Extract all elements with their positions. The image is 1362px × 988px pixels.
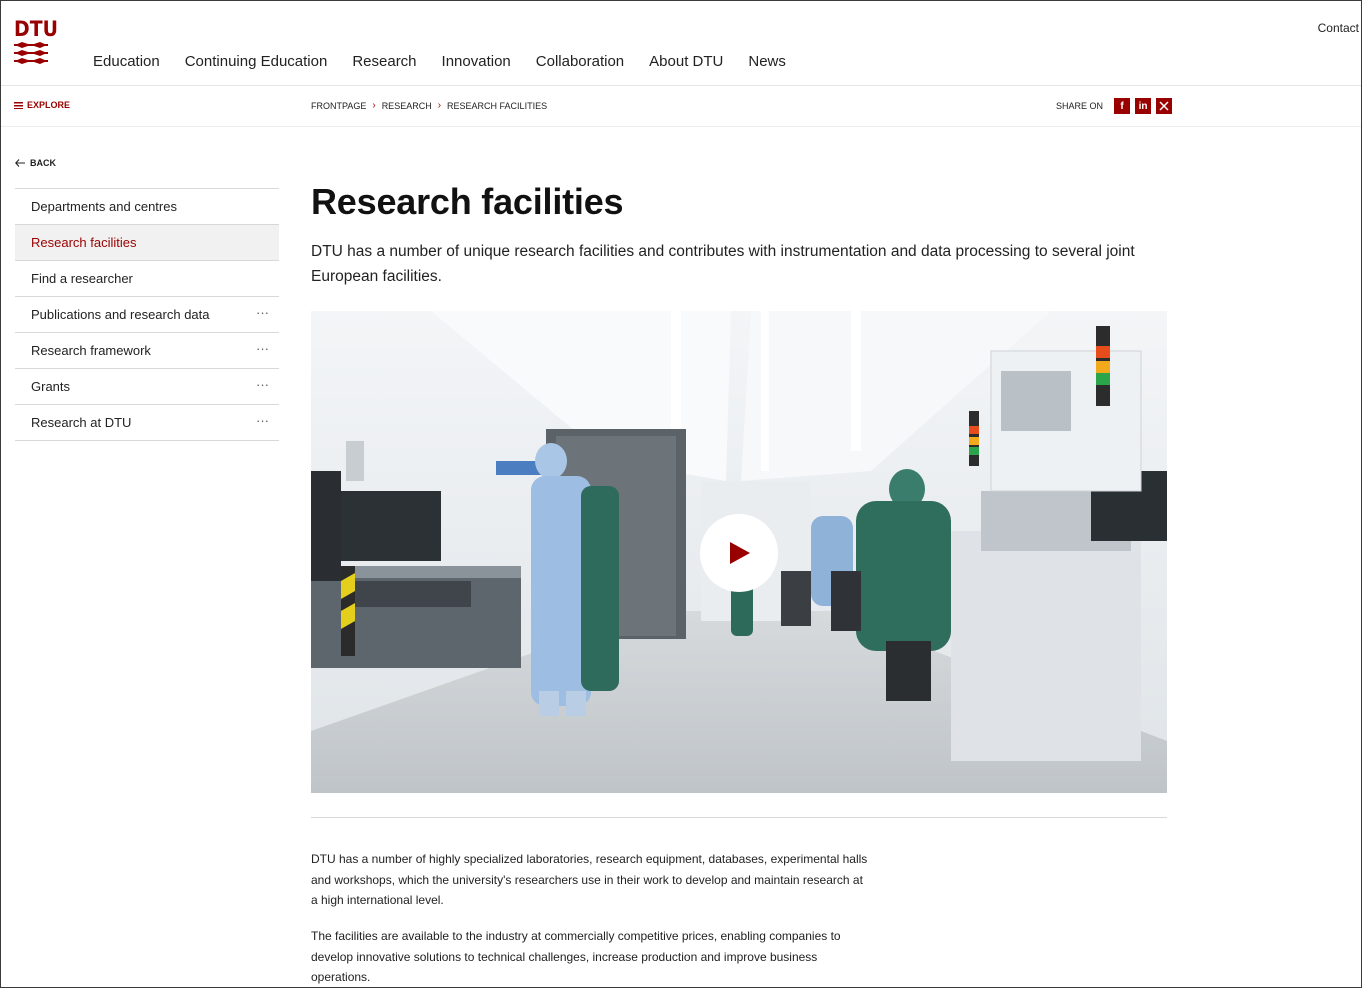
facebook-icon[interactable]: f xyxy=(1114,98,1131,114)
nav-research[interactable]: Research xyxy=(352,53,416,70)
browser-page: DTU Contact Education Continuing Educati… xyxy=(0,0,1362,988)
breadcrumb-research[interactable]: RESEARCH xyxy=(382,101,432,111)
sidebar-item-publications[interactable]: Publications and research data ··· xyxy=(15,297,279,333)
sidebar-item-departments[interactable]: Departments and centres xyxy=(15,189,279,225)
sidebar-item-label: Publications and research data xyxy=(31,307,210,322)
body-paragraph: DTU has a number of highly specialized l… xyxy=(311,852,868,907)
more-dots-icon[interactable]: ··· xyxy=(256,305,269,320)
header-divider xyxy=(1,85,1361,86)
sidebar-item-research-facilities[interactable]: Research facilities xyxy=(15,225,279,261)
sidebar-item-label: Departments and centres xyxy=(31,199,177,214)
sidebar-item-label: Research at DTU xyxy=(31,415,132,430)
sidebar-item-label: Research facilities xyxy=(31,235,137,250)
dtu-logo[interactable]: DTU xyxy=(14,17,58,68)
nav-collaboration[interactable]: Collaboration xyxy=(536,53,624,70)
logo-emblem-icon xyxy=(14,42,48,64)
body-paragraph: The facilities are available to the indu… xyxy=(311,929,841,984)
sidebar-item-research-framework[interactable]: Research framework ··· xyxy=(15,333,279,369)
lead-paragraph: DTU has a number of unique research faci… xyxy=(311,243,1135,285)
nav-innovation[interactable]: Innovation xyxy=(442,53,511,70)
breadcrumb-current: RESEARCH FACILITIES xyxy=(447,100,548,111)
nav-news[interactable]: News xyxy=(748,53,786,70)
nav-education[interactable]: Education xyxy=(93,53,160,70)
back-label: BACK xyxy=(30,158,56,168)
menu-icon xyxy=(14,101,23,109)
x-icon[interactable] xyxy=(1156,98,1173,114)
more-dots-icon[interactable]: ··· xyxy=(256,413,269,428)
breadcrumb: FRONTPAGE › RESEARCH › RESEARCH FACILITI… xyxy=(311,100,547,111)
explore-button[interactable]: EXPLORE xyxy=(14,100,70,110)
linkedin-icon[interactable]: in xyxy=(1135,98,1152,114)
play-icon xyxy=(730,542,750,564)
more-dots-icon[interactable]: ··· xyxy=(256,341,269,356)
more-dots-icon[interactable]: ··· xyxy=(256,377,269,392)
contact-link[interactable]: Contact xyxy=(1318,21,1359,35)
sidebar-nav: Departments and centres Research facilit… xyxy=(15,188,279,441)
explore-label: EXPLORE xyxy=(27,100,71,110)
arrow-left-icon xyxy=(15,159,25,167)
breadcrumb-chevron-icon: › xyxy=(437,100,442,111)
breadcrumb-chevron-icon: › xyxy=(372,100,376,111)
share-bar: SHARE ON f in xyxy=(1056,98,1173,114)
page-title: Research facilities xyxy=(311,181,624,222)
sidebar-item-label: Grants xyxy=(31,379,71,394)
sidebar-item-label: Find a researcher xyxy=(31,271,133,286)
back-button[interactable]: BACK xyxy=(15,158,56,168)
video-player[interactable] xyxy=(311,311,1167,793)
nav-about-dtu[interactable]: About DTU xyxy=(649,53,723,70)
sidebar-item-research-at-dtu[interactable]: Research at DTU ··· xyxy=(15,405,279,441)
sidebar-item-find-researcher[interactable]: Find a researcher xyxy=(15,261,279,297)
sidebar-item-label: Research framework xyxy=(31,343,151,358)
content-divider xyxy=(311,817,1167,818)
main-nav: Education Continuing Education Research … xyxy=(93,53,811,70)
logo-text: DTU xyxy=(14,17,58,41)
play-button[interactable] xyxy=(700,514,778,592)
share-label: SHARE ON xyxy=(1056,101,1104,111)
nav-continuing-education[interactable]: Continuing Education xyxy=(185,53,328,70)
sidebar-item-grants[interactable]: Grants ··· xyxy=(15,369,279,405)
subbar-divider xyxy=(1,126,1361,127)
breadcrumb-frontpage[interactable]: FRONTPAGE xyxy=(311,101,366,111)
